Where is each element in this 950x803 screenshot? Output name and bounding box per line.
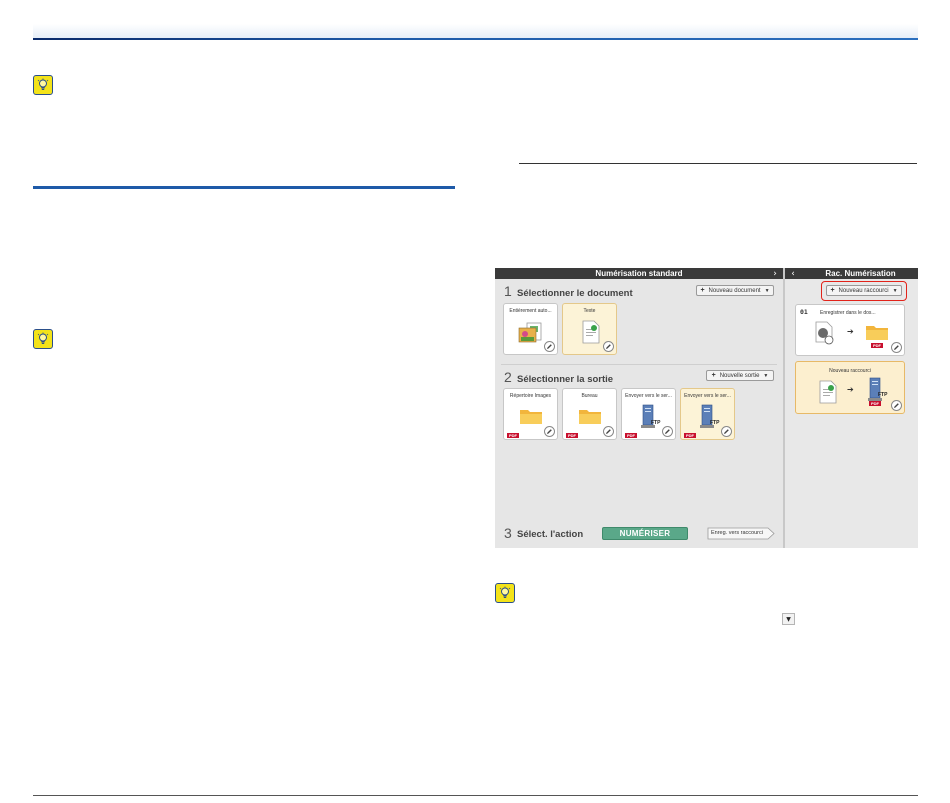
edit-pencil-button[interactable] — [544, 426, 555, 437]
photo-document-icon — [815, 321, 834, 345]
edit-pencil-button[interactable] — [721, 426, 732, 437]
output-card-label: Bureau — [581, 393, 598, 399]
shortcut-label: Nouveau raccourci — [829, 368, 871, 374]
plus-icon: + — [700, 287, 705, 294]
step2-number: 2 — [504, 369, 512, 385]
pencil-icon — [606, 344, 611, 349]
plus-icon: + — [711, 372, 716, 379]
scan-button[interactable]: NUMÉRISER — [602, 527, 688, 540]
pencil-icon — [894, 403, 899, 408]
plus-icon: + — [830, 287, 835, 294]
output-card-label: Répertoire Images — [509, 393, 552, 399]
ftp-tag: FTP — [710, 420, 720, 426]
lightbulb-hint-icon — [495, 583, 515, 603]
edit-pencil-button[interactable] — [603, 426, 614, 437]
document-card-auto[interactable]: Entièrement auto... — [503, 303, 558, 355]
output-card-label: Envoyer vers le ser... — [625, 393, 672, 399]
output-card-ftp-selected[interactable]: Envoyer vers le ser... FTP PDF — [680, 388, 735, 440]
step3-label: Sélect. l'action — [517, 529, 584, 540]
edit-pencil-button[interactable] — [544, 341, 555, 352]
scan-shortcut-title-text: Rac. Numérisation — [825, 269, 896, 278]
standard-scan-title-text: Numérisation standard — [595, 269, 683, 278]
pdf-badge: PDF — [566, 433, 578, 438]
chevron-right-glyph: › — [773, 268, 777, 279]
folder-icon — [866, 326, 888, 340]
step1-label: Sélectionner le document — [517, 288, 633, 299]
pdf-badge: PDF — [625, 433, 637, 438]
step3-number: 3 — [504, 525, 512, 541]
caret-down-icon: ▼ — [763, 372, 769, 379]
page-header-band — [33, 24, 918, 38]
save-to-shortcut-label: Enreg. vers raccourci — [711, 530, 763, 536]
edit-pencil-button[interactable] — [891, 400, 902, 411]
shortcut-card-01[interactable]: 01 Enregistrer dans le dos... ➔ PDF — [795, 304, 905, 356]
edit-pencil-button[interactable] — [891, 342, 902, 353]
page-header-rule — [33, 38, 918, 40]
pencil-icon — [724, 429, 729, 434]
standard-scan-title: Numérisation standard — [495, 268, 783, 279]
section-heading-rule — [33, 186, 455, 189]
output-card-label: Envoyer vers le ser... — [684, 393, 731, 399]
scan-button-label: NUMÉRISER — [619, 529, 671, 538]
folder-icon — [520, 410, 542, 424]
standard-scan-pane: Numérisation standard › 1 Sélectionner l… — [495, 268, 783, 548]
shortcut-number: 01 — [800, 308, 808, 316]
ftp-server-icon — [700, 404, 714, 428]
arrow-right-icon: ➔ — [847, 385, 854, 394]
pencil-icon — [547, 344, 552, 349]
pencil-icon — [894, 345, 899, 350]
ftp-tag: FTP — [878, 392, 888, 398]
ftp-tag: FTP — [651, 420, 661, 426]
shortcut-card-new[interactable]: Nouveau raccourci ➔ FTP PDF — [795, 361, 905, 414]
chevron-right-icon[interactable]: › — [769, 268, 781, 279]
page-footer-rule — [33, 795, 918, 796]
new-document-button[interactable]: + Nouveau document ▼ — [696, 285, 774, 296]
shortcut-label: Enregistrer dans le dos... — [820, 310, 876, 316]
pencil-icon — [606, 429, 611, 434]
edit-pencil-button[interactable] — [603, 341, 614, 352]
ftp-server-icon — [641, 404, 655, 428]
scan-shortcut-title: Rac. Numérisation — [785, 268, 918, 279]
chevron-left-glyph: ‹ — [791, 268, 795, 279]
text-document-icon — [582, 320, 600, 344]
photo-document-icon — [518, 322, 542, 343]
document-card-label: Texte — [583, 308, 596, 314]
pdf-badge: PDF — [869, 401, 881, 406]
ftp-server-icon — [868, 377, 882, 401]
output-card-images[interactable]: Répertoire Images PDF — [503, 388, 558, 440]
new-shortcut-button[interactable]: + Nouveau raccourci ▼ — [826, 285, 902, 296]
step2-label: Sélectionner la sortie — [517, 374, 614, 385]
output-card-ftp[interactable]: Envoyer vers le ser... FTP PDF — [621, 388, 676, 440]
caret-down-icon: ▼ — [892, 287, 898, 294]
section-divider — [501, 364, 777, 365]
pencil-icon — [547, 429, 552, 434]
document-card-label: Entièrement auto... — [509, 308, 552, 314]
document-card-text[interactable]: Texte — [562, 303, 617, 355]
edit-pencil-button[interactable] — [662, 426, 673, 437]
text-document-icon — [819, 380, 837, 404]
pencil-icon — [665, 429, 670, 434]
new-output-button[interactable]: + Nouvelle sortie ▼ — [706, 370, 774, 381]
pdf-badge: PDF — [507, 433, 519, 438]
lightbulb-hint-icon — [33, 329, 53, 349]
caret-down-icon: ▼ — [782, 613, 795, 625]
scan-shortcut-pane: Rac. Numérisation ‹ + Nouveau raccourci … — [785, 268, 918, 548]
step1-number: 1 — [504, 283, 512, 299]
folder-icon — [579, 410, 601, 424]
new-output-label: Nouvelle sortie — [719, 372, 760, 379]
pdf-badge: PDF — [871, 343, 883, 348]
pdf-badge: PDF — [684, 433, 696, 438]
new-document-label: Nouveau document — [708, 287, 761, 294]
arrow-right-icon: ➔ — [847, 327, 854, 336]
output-card-desktop[interactable]: Bureau PDF — [562, 388, 617, 440]
capturetouch-window: Numérisation standard › 1 Sélectionner l… — [495, 268, 918, 548]
caret-down-icon: ▼ — [764, 287, 770, 294]
paragraph-rule — [519, 163, 917, 164]
chevron-left-icon[interactable]: ‹ — [787, 268, 799, 279]
lightbulb-hint-icon — [33, 75, 53, 95]
new-shortcut-label: Nouveau raccourci — [838, 287, 889, 294]
